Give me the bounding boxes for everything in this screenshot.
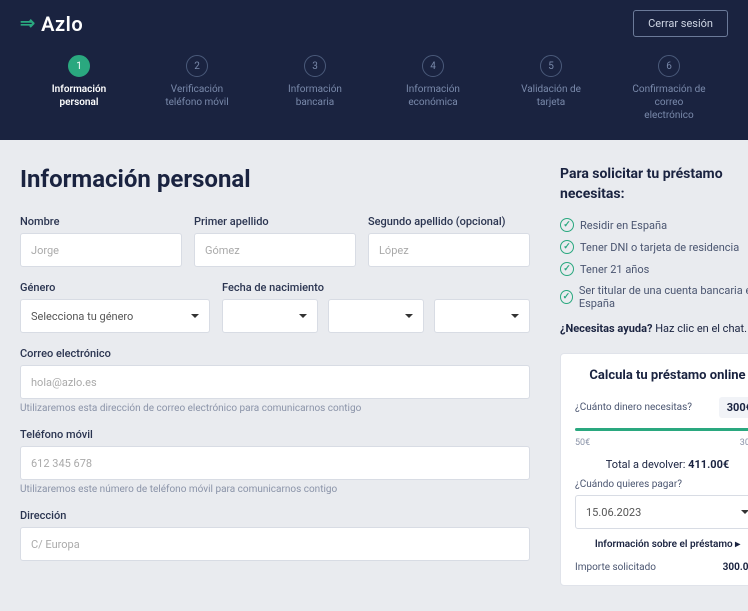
loan-info-link[interactable]: Información sobre el préstamo ▸	[575, 539, 748, 550]
fecha-label: Fecha de nacimiento	[222, 281, 530, 294]
calc-title: Calcula tu préstamo online	[575, 368, 748, 383]
step-label: Validación de tarjeta	[511, 83, 591, 109]
step-circle: 6	[658, 55, 680, 77]
email-hint: Utilizaremos esta dirección de correo el…	[20, 403, 530, 414]
req-item: ✓Tener 21 años	[560, 262, 748, 276]
step-1[interactable]: 1 Información personal	[20, 55, 138, 122]
step-label: Verificación teléfono móvil	[157, 83, 237, 109]
apellido1-label: Primer apellido	[194, 215, 356, 228]
phone-hint: Utilizaremos este número de teléfono móv…	[20, 484, 530, 495]
check-icon: ✓	[560, 290, 573, 304]
step-3[interactable]: 3 Información bancaria	[256, 55, 374, 122]
step-circle: 3	[304, 55, 326, 77]
phone-label: Teléfono móvil	[20, 428, 530, 441]
nombre-input[interactable]	[20, 233, 182, 267]
amount-slider[interactable]	[575, 424, 748, 436]
apellido2-label: Segundo apellido (opcional)	[368, 215, 530, 228]
loan-calculator: Calcula tu préstamo online ¿Cuánto diner…	[560, 353, 748, 586]
step-6[interactable]: 6 Confirmación de correo electrónico	[610, 55, 728, 122]
logo-icon: ⇒	[20, 13, 35, 34]
amount-question: ¿Cuánto dinero necesitas?	[575, 402, 692, 413]
step-circle: 4	[422, 55, 444, 77]
logo: ⇒ Azlo	[20, 12, 83, 36]
help-text: ¿Necesitas ayuda? Haz clic en el chat.	[560, 322, 748, 335]
direccion-input[interactable]	[20, 527, 530, 561]
fecha-month-select[interactable]	[328, 299, 424, 333]
apellido2-input[interactable]	[368, 233, 530, 267]
importe-value: 300.00€	[723, 562, 748, 573]
fecha-day-select[interactable]	[222, 299, 318, 333]
apellido1-input[interactable]	[194, 233, 356, 267]
logo-text: Azlo	[41, 12, 83, 36]
genero-select[interactable]: Selecciona tu género	[20, 299, 210, 333]
req-item: ✓Ser titular de una cuenta bancaria en E…	[560, 284, 748, 310]
step-circle: 5	[540, 55, 562, 77]
step-5[interactable]: 5 Validación de tarjeta	[492, 55, 610, 122]
step-label: Confirmación de correo electrónico	[629, 83, 709, 122]
step-label: Información económica	[393, 83, 473, 109]
check-icon: ✓	[560, 262, 574, 276]
genero-label: Género	[20, 281, 210, 294]
logout-button[interactable]: Cerrar sesión	[633, 10, 728, 37]
amount-value: 300€	[719, 397, 748, 418]
nombre-label: Nombre	[20, 215, 182, 228]
slider-min: 50€	[575, 438, 590, 448]
importe-row: Importe solicitado 300.00€	[575, 558, 748, 577]
email-input[interactable]	[20, 365, 530, 399]
step-2[interactable]: 2 Verificación teléfono móvil	[138, 55, 256, 122]
importe-label: Importe solicitado	[575, 562, 656, 573]
check-icon: ✓	[560, 240, 574, 254]
phone-input[interactable]	[20, 446, 530, 480]
email-label: Correo electrónico	[20, 347, 530, 360]
req-item: ✓Residir en España	[560, 218, 748, 232]
pay-question: ¿Cuándo quieres pagar?	[575, 479, 748, 490]
step-4[interactable]: 4 Información económica	[374, 55, 492, 122]
slider-max: 300€	[740, 438, 748, 448]
step-circle: 1	[68, 55, 90, 77]
fecha-year-select[interactable]	[434, 299, 530, 333]
step-circle: 2	[186, 55, 208, 77]
page-title: Información personal	[20, 165, 530, 193]
pay-date-select[interactable]: 15.06.2023	[575, 495, 748, 529]
check-icon: ✓	[560, 218, 574, 232]
req-item: ✓Tener DNI o tarjeta de residencia	[560, 240, 748, 254]
step-label: Información bancaria	[275, 83, 355, 109]
total-line: Total a devolver: 411.00€	[575, 458, 748, 471]
slider-track	[575, 428, 748, 431]
requirements-title: Para solicitar tu préstamo necesitas:	[560, 165, 748, 204]
direccion-label: Dirección	[20, 509, 530, 522]
stepper: 1 Información personal 2 Verificación te…	[0, 47, 748, 140]
step-label: Información personal	[39, 83, 119, 109]
